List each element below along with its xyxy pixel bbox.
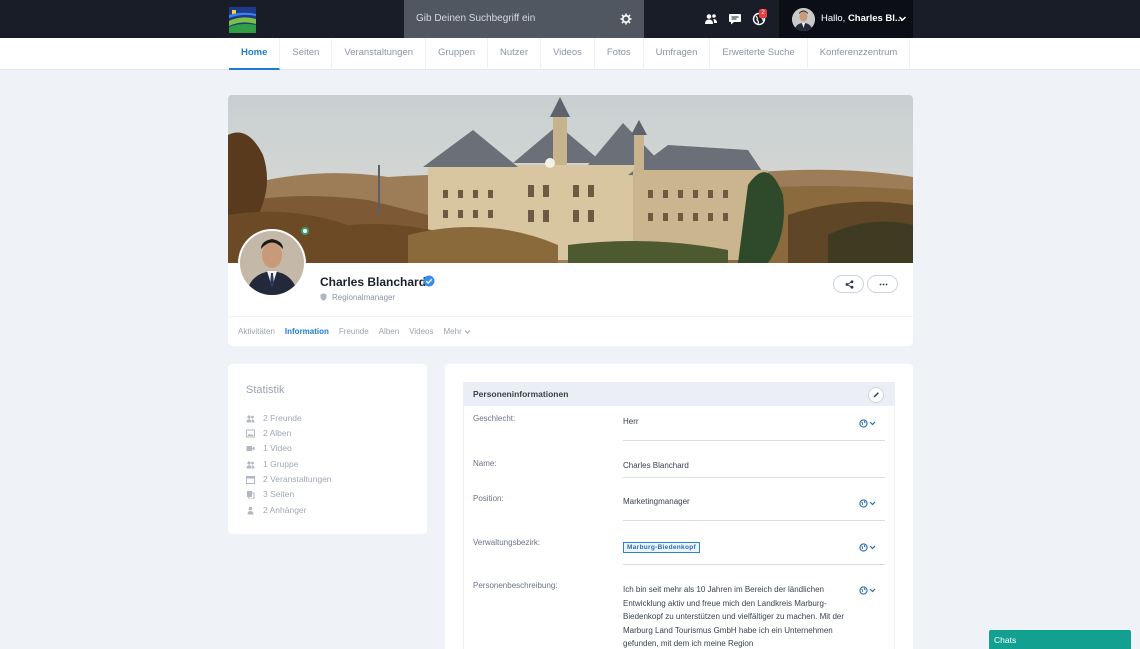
profile-tab-label: Freunde xyxy=(338,327,369,336)
share-button[interactable] xyxy=(833,275,864,293)
nav-item[interactable]: Nutzer xyxy=(488,38,541,70)
verified-badge-icon xyxy=(423,275,435,287)
search-settings-gear-icon[interactable] xyxy=(620,13,632,25)
stat-label: 2 Freunde xyxy=(263,413,302,423)
profile-tab[interactable]: Information xyxy=(285,327,329,336)
site-logo-icon[interactable] xyxy=(229,7,256,33)
district-label: Verwaltungsbezirk: xyxy=(473,538,541,547)
gender-underline xyxy=(623,440,885,441)
nav-item[interactable]: Fotos xyxy=(595,38,644,70)
description-value[interactable]: Ich bin seit mehr als 10 Jahren im Berei… xyxy=(623,583,851,649)
stat-label: 1 Video xyxy=(263,443,292,453)
statistics-card: Statistik xyxy=(228,364,427,534)
user-name: Charles Bl... xyxy=(847,13,903,24)
profile-tab[interactable]: Videos xyxy=(409,327,433,336)
profile-tab-label: Information xyxy=(284,327,329,336)
ellipsis-icon xyxy=(879,283,888,286)
share-icon xyxy=(845,280,854,289)
search-input[interactable]: Gib Deinen Suchbegriff ein xyxy=(416,13,535,24)
profile-role: Regionalmanager xyxy=(332,293,396,302)
nav-item[interactable]: Erweiterte Suche xyxy=(710,38,808,70)
stat-label: 3 Seiten xyxy=(263,489,295,499)
stat-label: 2 Veranstaltungen xyxy=(263,474,332,484)
profile-divider xyxy=(228,316,913,317)
calendar-icon xyxy=(246,476,255,484)
nav-item[interactable]: Seiten xyxy=(280,38,333,70)
nav-item[interactable]: Gruppen xyxy=(426,38,488,70)
district-value[interactable]: Marburg-Biedenkopf xyxy=(623,542,700,553)
online-status-indicator xyxy=(301,227,309,235)
name-label: Name: xyxy=(473,459,497,468)
name-value[interactable]: Charles Blanchard xyxy=(623,461,689,470)
greeting-prefix: Hallo, xyxy=(821,13,846,24)
gender-label: Geschlecht: xyxy=(473,414,516,423)
shield-icon xyxy=(320,293,327,301)
profile-tabs: Aktivitäten Information Freunde Alben Videos… xyxy=(238,327,481,336)
district-tag[interactable]: Marburg-Biedenkopf xyxy=(623,542,700,553)
image-icon xyxy=(246,429,255,438)
nav-items: Home Seiten Veranstaltungen Gruppen Nutzer Vi… xyxy=(229,38,911,70)
profile-name: Charles Blanchard xyxy=(320,275,427,289)
privacy-globe-icon[interactable] xyxy=(859,419,877,428)
friend-requests-icon[interactable] xyxy=(704,12,718,26)
pencil-icon xyxy=(873,392,879,398)
privacy-globe-icon[interactable] xyxy=(859,499,877,508)
chats-panel-toggle[interactable]: Chats xyxy=(989,630,1131,649)
top-bar: Gib Deinen Suchbegriff ein 2 Hallo, Char… xyxy=(0,0,1140,38)
cover-castle-image xyxy=(228,95,913,263)
user-menu[interactable]: Hallo, Charles Bl... xyxy=(779,0,913,38)
notification-count-badge: 2 xyxy=(759,9,767,18)
position-underline xyxy=(623,520,885,521)
stat-label: 2 Anhänger xyxy=(263,505,307,515)
more-options-button[interactable] xyxy=(867,275,898,293)
profile-tab[interactable]: Mehr xyxy=(444,327,471,336)
gender-value[interactable]: Herr xyxy=(623,417,639,426)
name-underline xyxy=(623,477,885,478)
nav-item[interactable]: Umfragen xyxy=(644,38,711,70)
messages-icon[interactable] xyxy=(728,12,742,26)
position-label: Position: xyxy=(473,494,504,503)
cover-photo[interactable] xyxy=(228,95,913,263)
position-value[interactable]: Marketingmanager xyxy=(623,497,690,506)
profile-tab-label: Aktivitäten xyxy=(238,327,275,336)
user-greeting: Hallo, Charles Bl... xyxy=(821,13,903,24)
privacy-globe-icon[interactable] xyxy=(859,586,877,595)
chats-label: Chats xyxy=(994,635,1017,645)
nav-item[interactable]: Konferenzzentrum xyxy=(808,38,911,70)
profile-tab-label: Videos xyxy=(409,327,434,336)
main-navigation: Home Seiten Veranstaltungen Gruppen Nutzer Vi… xyxy=(0,38,1140,70)
profile-tab[interactable]: Alben xyxy=(379,327,399,336)
chevron-down-icon[interactable] xyxy=(898,14,907,23)
profile-tab[interactable]: Aktivitäten xyxy=(238,327,275,336)
profile-tab[interactable]: Freunde xyxy=(339,327,369,336)
stat-label: 1 Gruppe xyxy=(263,459,299,469)
nav-item[interactable]: Veranstaltungen xyxy=(332,38,427,70)
information-title: Personeninformationen xyxy=(473,389,569,399)
search-bar[interactable]: Gib Deinen Suchbegriff ein xyxy=(404,0,644,38)
information-header: Personeninformationen xyxy=(463,382,895,406)
nav-item[interactable]: Home xyxy=(229,38,281,70)
chevron-down-icon xyxy=(464,330,471,335)
user-avatar xyxy=(792,8,815,31)
stat-label: 2 Alben xyxy=(263,428,292,438)
profile-tab-label: Alben xyxy=(378,327,400,336)
users-icon xyxy=(246,415,255,423)
nav-item[interactable]: Videos xyxy=(541,38,595,70)
description-label: Personenbeschreibung: xyxy=(473,581,558,590)
district-underline xyxy=(623,564,885,565)
video-icon xyxy=(246,446,255,451)
profile-tab-label: Mehr xyxy=(443,327,462,336)
privacy-globe-icon[interactable] xyxy=(859,543,877,552)
statistics-title: Statistik xyxy=(246,384,285,396)
follower-icon xyxy=(247,506,254,515)
pages-icon xyxy=(247,491,255,499)
group-icon xyxy=(246,461,255,469)
profile-avatar[interactable] xyxy=(238,229,306,297)
edit-button[interactable] xyxy=(868,387,884,403)
